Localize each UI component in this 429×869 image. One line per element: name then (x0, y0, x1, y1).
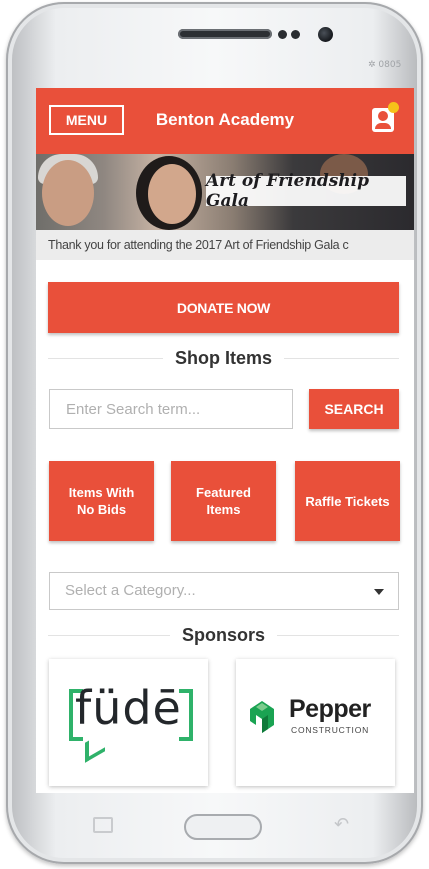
event-banner[interactable]: Art of Friendship Gala (36, 154, 414, 230)
device-brand: ✲ 0805 (368, 60, 402, 70)
category-select-placeholder: Select a Category... (65, 582, 196, 599)
items-with-no-bids-tile[interactable]: Items With No Bids (49, 461, 154, 541)
fude-logo-bracket (179, 689, 193, 741)
pepper-logo-name: Pepper (289, 695, 371, 723)
home-button[interactable] (184, 814, 262, 840)
fude-logo: füdē (75, 681, 182, 735)
sponsors-heading: Sponsors (48, 623, 400, 647)
pepper-logo-subtitle: CONSTRUCTION (291, 725, 370, 735)
featured-items-tile[interactable]: Featured Items (171, 461, 276, 541)
notification-dot (388, 102, 399, 113)
category-select[interactable]: Select a Category... (49, 572, 399, 610)
phone-frame: ✲ 0805 MENU Benton Academy Art of Friend… (6, 2, 423, 864)
divider (48, 357, 163, 359)
divider (284, 357, 400, 359)
search-button[interactable]: SEARCH (309, 389, 399, 429)
banner-title: Art of Friendship Gala (206, 171, 370, 211)
sponsor-card-fude[interactable]: füdē (49, 659, 208, 786)
sponsor-card-pepper[interactable]: Pepper CONSTRUCTION (236, 659, 395, 786)
speaker-grille (178, 29, 272, 39)
section-title: Shop Items (175, 347, 273, 368)
chevron-down-icon (374, 589, 384, 595)
sensor-dot (278, 30, 287, 39)
fude-logo-tail (85, 731, 105, 763)
divider (48, 634, 170, 636)
app-header: MENU Benton Academy (36, 88, 414, 154)
banner-title-box: Art of Friendship Gala (206, 171, 406, 211)
section-title: Sponsors (182, 624, 266, 645)
divider (277, 634, 400, 636)
page-title: Benton Academy (155, 110, 295, 129)
shop-items-heading: Shop Items (48, 346, 400, 370)
pepper-logo-mark (250, 701, 274, 733)
app-screen: MENU Benton Academy Art of Friendship Ga… (36, 88, 414, 793)
banner-caption: Thank you for attending the 2017 Art of … (36, 230, 414, 260)
donate-button[interactable]: DONATE NOW (48, 282, 399, 333)
search-input[interactable] (49, 389, 293, 429)
front-camera (318, 27, 333, 42)
banner-photo-person (148, 164, 196, 224)
banner-photo-person (42, 160, 94, 226)
recent-apps-icon[interactable] (93, 817, 113, 833)
back-icon[interactable]: ↶ (334, 814, 349, 835)
raffle-tickets-tile[interactable]: Raffle Tickets (295, 461, 400, 541)
sensor-dot (291, 30, 300, 39)
